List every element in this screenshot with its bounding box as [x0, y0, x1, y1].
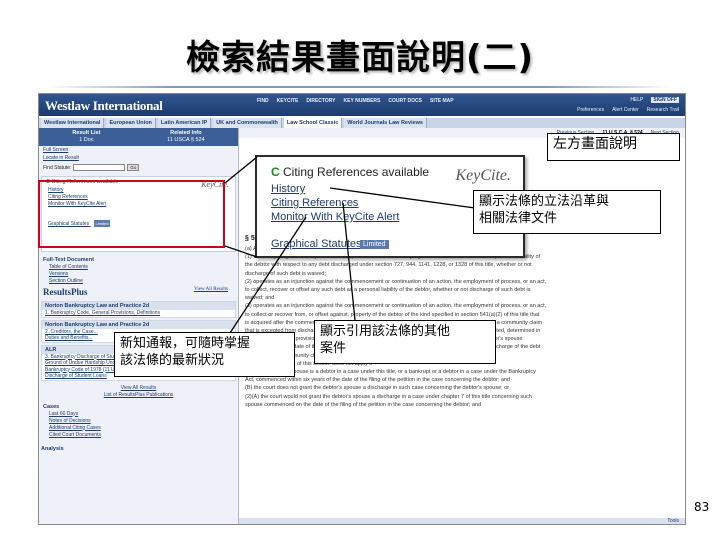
nav-site-map[interactable]: SITE MAP [430, 98, 454, 104]
zoom-graphical-statutes-link[interactable]: Graphical Statutes [271, 238, 362, 250]
left-panel-header: Result List 1 Doc Related Info 11 USCA §… [39, 128, 238, 146]
document-line: waived; and [245, 295, 275, 302]
zoom-keycite-status: C Citing References available [271, 165, 430, 179]
alert-center-link[interactable]: Alert Center [612, 107, 639, 113]
locate-in-result-link[interactable]: Locate in Result [39, 154, 238, 162]
pub-heading: Norton Bankruptcy Law and Practice 2d [42, 302, 235, 310]
pub-link[interactable]: 1. Bankruptcy Code, General Provisions, … [42, 310, 235, 317]
tab-westlaw-international[interactable]: Westlaw International [41, 118, 105, 128]
notes-of-decisions-link[interactable]: Notes of Decisions [41, 418, 236, 425]
tab-uk-commonwealth[interactable]: UK and Commonwealth [213, 118, 282, 128]
document-line: (B) the court does not grant the debtor'… [245, 385, 510, 392]
resultsplus-header: ResultsPlus View All Results [39, 285, 238, 299]
analysis-title: Analysis [41, 445, 64, 452]
tab-law-school-classic[interactable]: Law School Classic [283, 118, 343, 128]
document-line: (1)(A) the debtor's spouse is a debtor i… [245, 369, 536, 376]
full-text-title: Full-Text Document [43, 257, 94, 263]
top-navigation: FIND KEYCITE DIRECTORY KEY NUMBERS COURT… [257, 98, 454, 104]
nav-directory[interactable]: DIRECTORY [306, 98, 335, 104]
versions-link[interactable]: Versions [41, 271, 236, 278]
note-line: 該法條的最新狀況 [120, 353, 225, 368]
go-button[interactable]: Go [127, 164, 140, 171]
nav-key-numbers[interactable]: KEY NUMBERS [344, 98, 381, 104]
preferences-link[interactable]: Preferences [577, 107, 604, 113]
tab-european-union[interactable]: European Union [106, 118, 156, 128]
sign-off-button[interactable]: SIGN OFF [651, 97, 679, 103]
resultsplus-logo: ResultsPlus [43, 287, 88, 297]
document-line: Act, commenced within six years of the d… [245, 377, 511, 384]
document-line: to collect, recover or offset any such d… [245, 287, 531, 294]
document-line: (2)(A) the court would not grant the deb… [245, 393, 532, 400]
note-line: 顯示法條的立法沿革與 [479, 194, 610, 209]
document-line: to collect or recover from, or offset ag… [245, 311, 540, 318]
cited-court-documents-link[interactable]: Cited Court Documents [41, 432, 236, 439]
table-of-contents-link[interactable]: Table of Contents [41, 264, 236, 271]
zoom-monitor-keycite-alert-link[interactable]: Monitor With KeyCite Alert [271, 211, 399, 223]
note-line: 新知通報，可隨時掌握 [120, 336, 251, 351]
note-line: 顯示引用該法條的其他 [320, 324, 451, 339]
document-line: spouse commenced on the date of the fili… [245, 401, 482, 408]
note-keycite-alert: 新知通報，可隨時掌握 該法條的最新狀況 [114, 332, 295, 377]
title-divider [48, 86, 672, 88]
zoom-history-link[interactable]: History [271, 183, 305, 195]
document-line: discharge of such debt is waived; [245, 270, 327, 277]
green-c-flag-icon: C [271, 165, 280, 179]
westlaw-header: Westlaw International FIND KEYCITE DIREC… [39, 94, 685, 116]
note-law-history: 顯示法條的立法沿革與 相關法律文件 [473, 190, 661, 234]
note-line: 案件 [320, 341, 347, 356]
note-left-screen: 左方畫面說明 [547, 133, 680, 161]
document-line: (2) operates as an injunction against th… [245, 278, 547, 285]
find-statute-input[interactable] [73, 164, 126, 171]
tools-link[interactable]: Tools [667, 518, 679, 524]
zoom-graphical-statutes-button[interactable]: Limited [360, 240, 389, 249]
zoom-keycite-logo: KeyCite. [455, 167, 511, 184]
tools-bar: Tools [239, 518, 685, 524]
document-line: the debtor with respect to any debt disc… [245, 262, 532, 269]
help-link[interactable]: HELP [630, 97, 643, 103]
cases-title: Cases [43, 403, 60, 410]
slide-title: 檢索結果畫面說明(二) [185, 38, 535, 78]
section-outline-link[interactable]: Section Outline [41, 278, 236, 285]
nav-keycite[interactable]: KEYCITE [277, 98, 299, 104]
pub-heading: Norton Bankruptcy Law and Practice 2d [42, 320, 235, 329]
keycite-highlight-box [38, 180, 225, 248]
tab-world-journals[interactable]: World Journals Law Reviews [344, 118, 427, 128]
tab-latin-american-ip[interactable]: Latin American IP [157, 118, 212, 128]
note-citing-cases: 顯示引用該法條的其他 案件 [314, 320, 496, 364]
find-statute-label: Find Statute: [43, 164, 72, 171]
nav-court-docs[interactable]: COURT DOCS [388, 98, 422, 104]
full-text-section: Full-Text Document Table of Contents Ver… [41, 256, 236, 285]
result-list-tab[interactable]: Result List 1 Doc [72, 130, 100, 144]
view-all-results-bottom-link[interactable]: View All Results [39, 385, 238, 392]
view-all-results-link[interactable]: View All Results [194, 287, 234, 292]
list-resultsplus-pubs-link[interactable]: List of ResultsPlus Publications [39, 392, 238, 399]
westlaw-logo: Westlaw International [45, 98, 163, 113]
cases-section: Cases Last 60 Days Notes of Decisions Ad… [41, 403, 236, 439]
note-line: 相關法律文件 [479, 211, 558, 226]
top-links: HELP SIGN OFF [630, 97, 679, 103]
sub-links: Preferences Alert Center Research Trail [577, 107, 679, 113]
zoom-citing-references-link[interactable]: Citing References [271, 197, 358, 209]
page-number: 83 [694, 500, 710, 514]
research-trail-link[interactable]: Research Trail [647, 107, 679, 113]
resultsplus-item: Norton Bankruptcy Law and Practice 2d 1.… [41, 301, 236, 318]
nav-find[interactable]: FIND [257, 98, 269, 104]
document-line: (3) operates as an injunction against th… [245, 303, 547, 310]
related-info-tab[interactable]: Related Info 11 USCA § 524 [167, 130, 205, 144]
additional-citing-cases-link[interactable]: Additional Citing Cases [41, 425, 236, 432]
full-screen-link[interactable]: Full Screen [39, 146, 238, 154]
find-statute-row: Find Statute: Go [39, 162, 238, 173]
tab-bar: Westlaw International European Union Lat… [39, 118, 685, 128]
last-60-days-link[interactable]: Last 60 Days [41, 411, 236, 418]
